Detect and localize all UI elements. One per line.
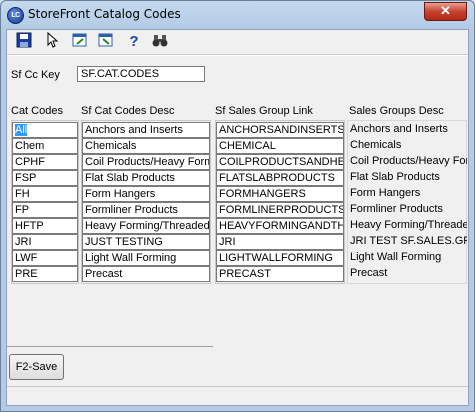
sales-link-cell[interactable]: ANCHORSANDINSERTS bbox=[216, 122, 344, 138]
sales-desc-cell: Heavy Forming/Threade bbox=[350, 219, 467, 231]
cat-desc-cell[interactable]: Heavy Forming/Threaded bbox=[82, 218, 210, 234]
sales-link-cell[interactable]: FLATSLABPRODUCTS bbox=[216, 170, 344, 186]
sales-link-cell[interactable]: JRI bbox=[216, 234, 344, 250]
sales-link-cell[interactable]: CHEMICAL bbox=[216, 138, 344, 154]
pointer-icon[interactable] bbox=[42, 31, 62, 52]
sales-desc-cell: Light Wall Forming bbox=[350, 251, 442, 263]
cat-desc-cell[interactable]: Light Wall Forming bbox=[82, 250, 210, 266]
save-button[interactable]: F2-Save bbox=[9, 354, 64, 380]
cat-desc-cell[interactable]: Chemicals bbox=[82, 138, 210, 154]
grid-separator bbox=[7, 346, 213, 347]
binoculars-icon[interactable] bbox=[150, 32, 170, 52]
cat-code-cell[interactable]: FSP bbox=[12, 170, 78, 186]
cat-code-cell[interactable]: Chem bbox=[12, 138, 78, 154]
sales-desc-cell: Flat Slab Products bbox=[350, 171, 440, 183]
sales-desc-cell: Formliner Products bbox=[350, 203, 443, 215]
save-button-label: F2-Save bbox=[15, 361, 58, 373]
cat-code-cell[interactable]: LWF bbox=[12, 250, 78, 266]
cat-code-cell[interactable]: HFTP bbox=[12, 218, 78, 234]
column-header-cat-desc: Sf Cat Codes Desc bbox=[81, 105, 175, 117]
sales-desc-cell: Form Hangers bbox=[350, 187, 421, 199]
window-title: StoreFront Catalog Codes bbox=[28, 7, 181, 21]
cat-desc-cell[interactable]: JUST TESTING bbox=[82, 234, 210, 250]
import-icon[interactable] bbox=[96, 32, 116, 52]
status-bar bbox=[7, 386, 468, 406]
sales-desc-cell: Coil Products/Heavy For bbox=[350, 155, 467, 167]
column-header-sales-desc: Sales Groups Desc bbox=[349, 105, 444, 117]
app-window: LC StoreFront Catalog Codes ✕ ? Sf Cc Ke… bbox=[0, 0, 475, 412]
close-button[interactable]: ✕ bbox=[424, 2, 467, 21]
save-icon[interactable] bbox=[14, 32, 34, 52]
key-label: Sf Cc Key bbox=[11, 69, 60, 81]
cat-code-cell[interactable]: FP bbox=[12, 202, 78, 218]
sales-desc-cell: Precast bbox=[350, 267, 388, 279]
cat-desc-cell[interactable]: Precast bbox=[82, 266, 210, 282]
sales-desc-cell: Anchors and Inserts bbox=[350, 123, 448, 135]
cat-code-cell[interactable]: FH bbox=[12, 186, 78, 202]
toolbar-separator bbox=[7, 54, 468, 56]
selected-text: All bbox=[15, 124, 28, 136]
sales-desc-cell: JRI TEST SF.SALES.GR bbox=[350, 235, 467, 247]
sales-link-cell[interactable]: HEAVYFORMINGANDTHE bbox=[216, 218, 344, 234]
cat-desc-cell[interactable]: Formliner Products bbox=[82, 202, 210, 218]
sales-desc-cell: Chemicals bbox=[350, 139, 402, 151]
sales-link-cell[interactable]: LIGHTWALLFORMING bbox=[216, 250, 344, 266]
form-client-area: ? Sf Cc Key SF.CAT.CODES Cat Codes Sf Ca… bbox=[6, 29, 469, 406]
export-icon[interactable] bbox=[70, 32, 90, 52]
sf-cc-key-field[interactable]: SF.CAT.CODES bbox=[77, 66, 205, 82]
column-header-sales-link: Sf Sales Group Link bbox=[215, 105, 313, 117]
cat-code-cell[interactable]: CPHF bbox=[12, 154, 78, 170]
help-icon[interactable]: ? bbox=[124, 32, 144, 52]
cat-code-cell[interactable]: All bbox=[12, 122, 78, 138]
sales-link-cell[interactable]: PRECAST bbox=[216, 266, 344, 282]
cat-code-cell[interactable]: PRE bbox=[12, 266, 78, 282]
sales-link-cell[interactable]: FORMLINERPRODUCTS bbox=[216, 202, 344, 218]
cat-desc-cell[interactable]: Anchors and Inserts bbox=[82, 122, 210, 138]
sales-link-cell[interactable]: FORMHANGERS bbox=[216, 186, 344, 202]
sales-link-cell[interactable]: COILPRODUCTSANDHEA bbox=[216, 154, 344, 170]
cat-desc-cell[interactable]: Flat Slab Products bbox=[82, 170, 210, 186]
cat-desc-cell[interactable]: Coil Products/Heavy Formi bbox=[82, 154, 210, 170]
cat-code-cell[interactable]: JRI bbox=[12, 234, 78, 250]
title-bar[interactable]: LC StoreFront Catalog Codes ✕ bbox=[1, 1, 474, 29]
column-header-cat-codes: Cat Codes bbox=[11, 105, 63, 117]
cat-desc-cell[interactable]: Form Hangers bbox=[82, 186, 210, 202]
app-logo-icon: LC bbox=[7, 7, 24, 24]
